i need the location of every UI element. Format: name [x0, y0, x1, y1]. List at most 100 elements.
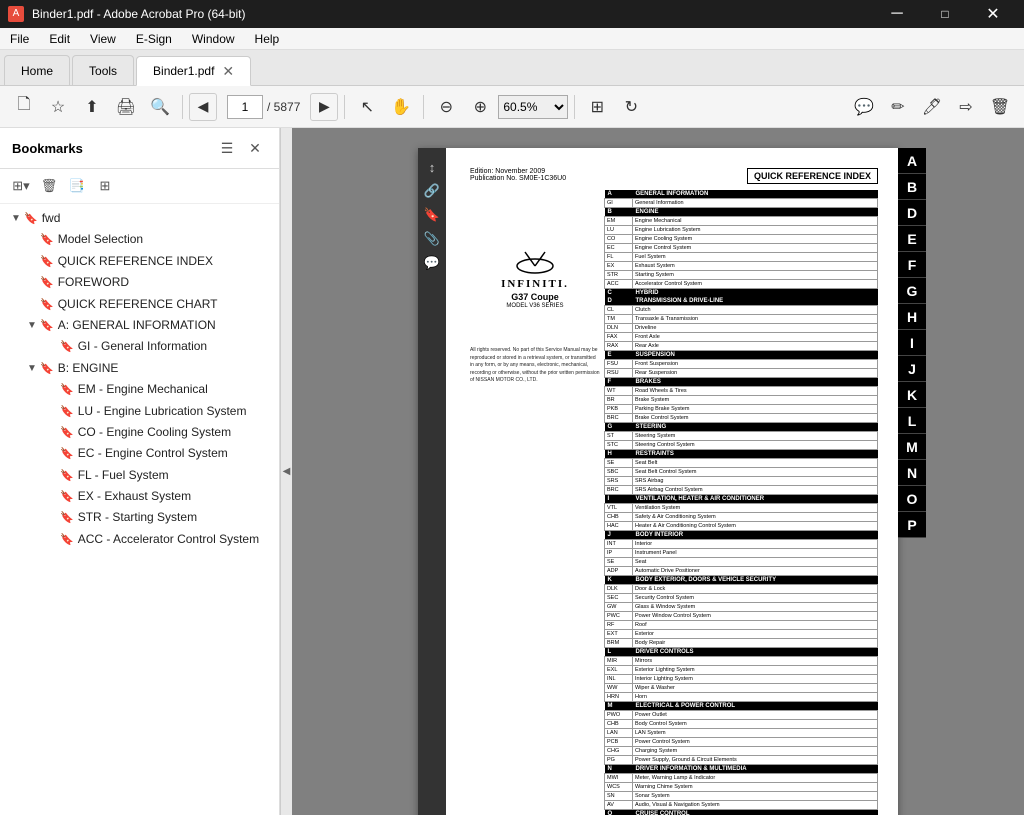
cell-br-abbr: BR — [605, 396, 633, 405]
bookmark-gi[interactable]: 🔖 GI - General Information — [0, 336, 279, 357]
menu-file[interactable]: File — [0, 28, 39, 49]
bookmark-foreword[interactable]: 🔖 FOREWORD — [0, 272, 279, 293]
cursor-tool[interactable]: ↖ — [351, 91, 383, 123]
menu-edit[interactable]: Edit — [39, 28, 80, 49]
fit-page-button[interactable]: ⊞ — [581, 91, 613, 123]
cell-lu-abbr: LU — [605, 226, 633, 235]
cell-str-abbr: STR — [605, 271, 633, 280]
hand-tool[interactable]: ✋ — [385, 91, 417, 123]
bookmark-ec[interactable]: 🔖 EC - Engine Control System — [0, 443, 279, 464]
bookmark-icon-str: 🔖 — [60, 511, 74, 526]
page-header: Edition: November 2009 Publication No. S… — [470, 168, 878, 184]
add-bookmark-button[interactable]: 📑 — [64, 173, 90, 199]
row-inl: INL Interior Lighting System — [605, 675, 878, 684]
document-view[interactable]: ↕ 🔗 🔖 📎 💬 Edition: November 2009 Publica… — [292, 128, 1024, 815]
pen-button[interactable]: ✏ — [882, 91, 914, 123]
cell-wt-abbr: WT — [605, 387, 633, 396]
bookmark-co[interactable]: 🔖 CO - Engine Cooling System — [0, 422, 279, 443]
alpha-tab-d[interactable]: D — [898, 200, 926, 226]
toggle-a-general[interactable]: ▼ — [24, 319, 40, 333]
bookmark-acc[interactable]: 🔖 ACC - Accelerator Control System — [0, 529, 279, 550]
upload-button[interactable]: ⬆ — [76, 91, 108, 123]
alpha-tab-a[interactable]: A — [898, 148, 926, 174]
section-g-code: G — [605, 423, 633, 432]
highlight-button[interactable]: 🖊 — [916, 91, 948, 123]
rotate-button[interactable]: ↻ — [615, 91, 647, 123]
share-button[interactable]: ⇨ — [950, 91, 982, 123]
delete-bookmark-button[interactable]: 🗑 — [36, 173, 62, 199]
alpha-tab-l[interactable]: L — [898, 408, 926, 434]
left-attach-btn[interactable]: 📎 — [421, 228, 443, 250]
close-button[interactable]: ✕ — [970, 0, 1016, 28]
sidebar-collapse-handle[interactable]: ◀ — [280, 128, 292, 815]
bookmark-em[interactable]: 🔖 EM - Engine Mechanical — [0, 379, 279, 400]
tab-close-icon[interactable]: ✕ — [222, 63, 234, 80]
bookmark-b-engine[interactable]: ▼ 🔖 B: ENGINE — [0, 358, 279, 379]
cell-lan-label: LAN System — [633, 729, 878, 738]
tab-binder[interactable]: Binder1.pdf ✕ — [136, 56, 251, 86]
zoom-out-button[interactable]: ⊖ — [430, 91, 462, 123]
search-button[interactable]: 🔍 — [144, 91, 176, 123]
menu-help[interactable]: Help — [245, 28, 290, 49]
bookmark-toolbar-button[interactable]: ☆ — [42, 91, 74, 123]
prev-page-button[interactable]: ◀ — [189, 93, 217, 121]
bookmark-ex[interactable]: 🔖 EX - Exhaust System — [0, 486, 279, 507]
alpha-tab-n[interactable]: N — [898, 460, 926, 486]
alpha-tab-f[interactable]: F — [898, 252, 926, 278]
section-o-header: O CRUISE CONTROL — [605, 810, 878, 815]
left-comment-btn[interactable]: 💬 — [421, 252, 443, 274]
maximize-button[interactable]: □ — [922, 0, 968, 28]
alpha-tab-g[interactable]: G — [898, 278, 926, 304]
cell-mir-label: Mirrors — [633, 657, 878, 666]
minimize-button[interactable]: ─ — [874, 0, 920, 28]
alpha-tab-p[interactable]: P — [898, 512, 926, 538]
alpha-tab-o[interactable]: O — [898, 486, 926, 512]
toggle-fwd[interactable]: ▼ — [8, 212, 24, 226]
main-area: Bookmarks ☰ ✕ ⊞▾ 🗑 📑 ⊞ ▼ 🔖 fwd 🔖 Mod — [0, 128, 1024, 815]
toggle-b-engine[interactable]: ▼ — [24, 362, 40, 376]
bookmark-fl[interactable]: 🔖 FL - Fuel System — [0, 465, 279, 486]
new-button[interactable]: 🗋 — [8, 91, 40, 123]
bookmark-lu[interactable]: 🔖 LU - Engine Lubrication System — [0, 401, 279, 422]
page-number-input[interactable] — [227, 95, 263, 119]
tab-tools[interactable]: Tools — [72, 55, 134, 85]
row-srs: SRS SRS Airbag — [605, 477, 878, 486]
bookmark-str[interactable]: 🔖 STR - Starting System — [0, 507, 279, 528]
alpha-tab-b[interactable]: B — [898, 174, 926, 200]
bookmark-quick-ref-index[interactable]: 🔖 QUICK REFERENCE INDEX — [0, 251, 279, 272]
next-page-button[interactable]: ▶ — [310, 93, 338, 121]
print-button[interactable]: 🖨 — [110, 91, 142, 123]
delete-button[interactable]: 🗑 — [984, 91, 1016, 123]
menu-view[interactable]: View — [80, 28, 126, 49]
sidebar-close-button[interactable]: ✕ — [243, 136, 267, 160]
zoom-in-button[interactable]: ⊕ — [464, 91, 496, 123]
sidebar-options-button[interactable]: ☰ — [215, 136, 239, 160]
alpha-tab-j[interactable]: J — [898, 356, 926, 382]
row-lan: LAN LAN System — [605, 729, 878, 738]
alpha-tab-k[interactable]: K — [898, 382, 926, 408]
alpha-tab-h[interactable]: H — [898, 304, 926, 330]
left-link-btn[interactable]: 🔗 — [421, 180, 443, 202]
zoom-select[interactable]: 60.5% 50% 75% 100% 125% 150% — [498, 95, 568, 119]
bookmark-model-selection[interactable]: 🔖 Model Selection — [0, 229, 279, 250]
bookmark-a-general[interactable]: ▼ 🔖 A: GENERAL INFORMATION — [0, 315, 279, 336]
alpha-tab-e[interactable]: E — [898, 226, 926, 252]
tab-home[interactable]: Home — [4, 55, 70, 85]
section-j-name: BODY INTERIOR — [633, 531, 878, 540]
left-bookmark-btn[interactable]: 🔖 — [421, 204, 443, 226]
menu-window[interactable]: Window — [182, 28, 245, 49]
cell-wcs-label: Warning Chime System — [633, 783, 878, 792]
bookmark-label-str: STR - Starting System — [78, 509, 275, 526]
expand-all-button[interactable]: ⊞ — [92, 173, 118, 199]
bookmark-quick-ref-chart[interactable]: 🔖 QUICK REFERENCE CHART — [0, 294, 279, 315]
bookmark-view-options[interactable]: ⊞▾ — [8, 173, 34, 199]
alpha-tab-i[interactable]: I — [898, 330, 926, 356]
left-nav-btn[interactable]: ↕ — [421, 156, 443, 178]
bookmark-fwd[interactable]: ▼ 🔖 fwd — [0, 208, 279, 229]
menu-esign[interactable]: E-Sign — [126, 28, 182, 49]
alpha-tab-m[interactable]: M — [898, 434, 926, 460]
comment-button[interactable]: 💬 — [848, 91, 880, 123]
sidebar-content[interactable]: ▼ 🔖 fwd 🔖 Model Selection 🔖 QUICK REFERE… — [0, 204, 279, 815]
cell-ip-label: Instrument Panel — [633, 549, 878, 558]
cell-wt-label: Road Wheels & Tires — [633, 387, 878, 396]
